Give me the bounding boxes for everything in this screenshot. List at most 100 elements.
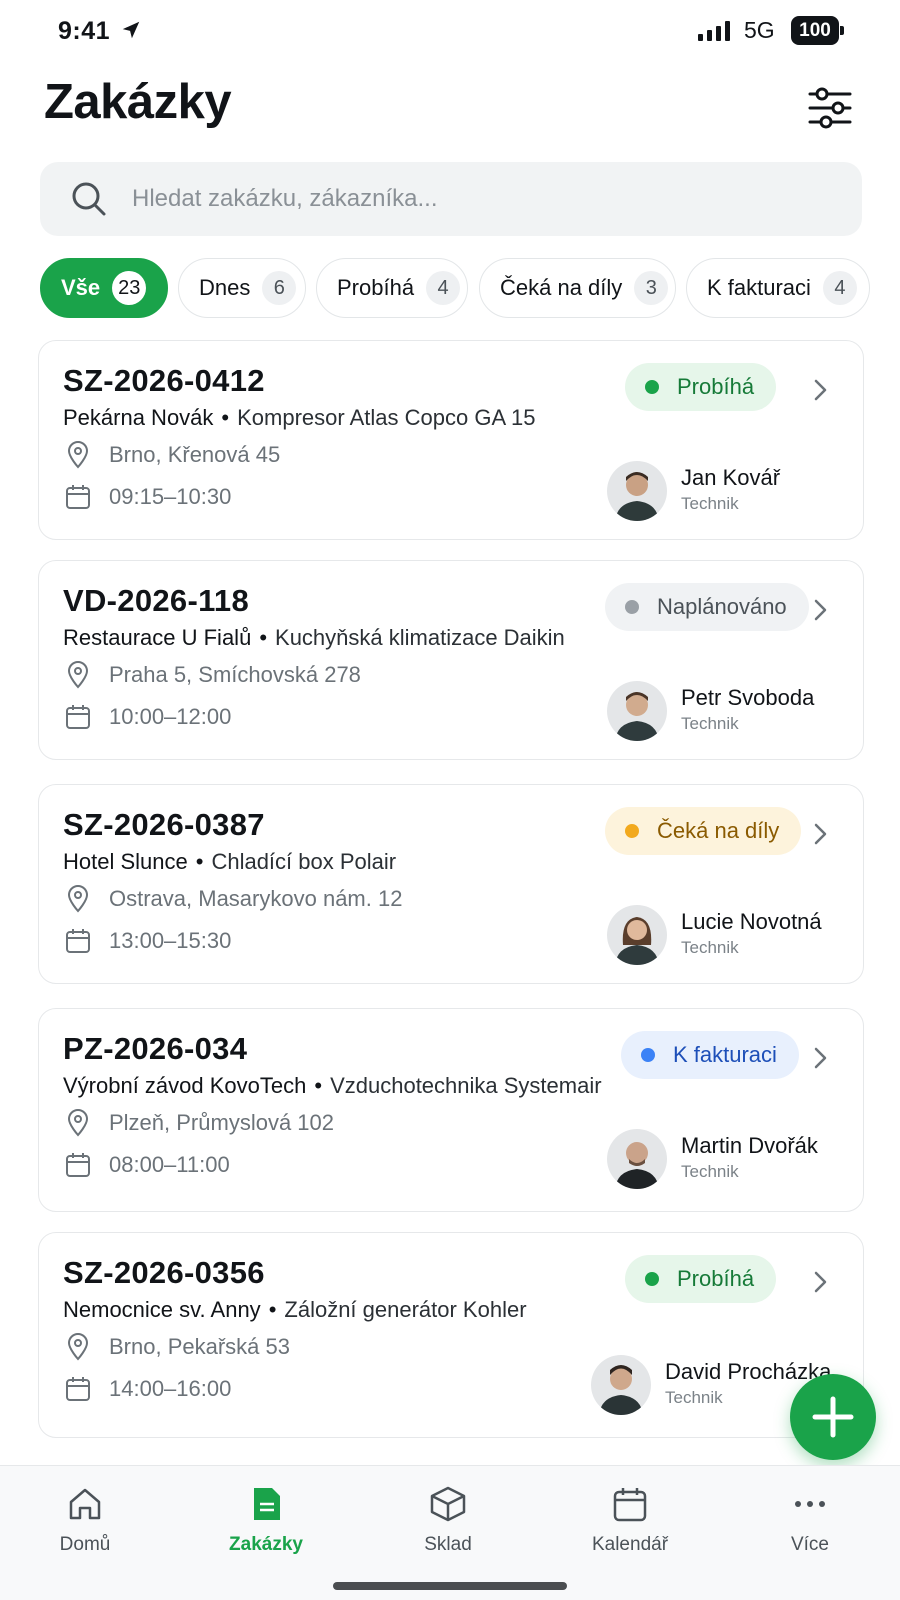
status-bar: 9:41 5G 100 — [0, 0, 900, 64]
add-order-button[interactable] — [790, 1374, 876, 1460]
order-card[interactable]: PZ-2026-034 Výrobní závod KovoTech • Vzduc… — [38, 1008, 864, 1212]
chevron-right-icon[interactable] — [809, 377, 831, 403]
address-text: Ostrava, Masarykovo nám. 12 — [109, 886, 403, 911]
device-name: Vzduchotechnika Systemair — [330, 1073, 602, 1098]
order-time: 13:00–15:30 — [63, 925, 231, 957]
order-subtitle: Nemocnice sv. Anny • Záložní generátor Koh… — [63, 1297, 527, 1322]
order-subtitle: Restaurace U Fialů • Kuchyňská klimatizace… — [63, 625, 565, 650]
filter-chip-k-fakturaci[interactable]: K fakturaci 4 — [686, 258, 870, 318]
device-name: Záložní generátor Kohler — [284, 1297, 527, 1322]
search-bar — [40, 162, 862, 236]
status-label: K fakturaci — [673, 1042, 777, 1067]
address-text: Brno, Křenová 45 — [109, 442, 281, 467]
chip-label: Dnes — [199, 275, 251, 300]
avatar — [607, 1129, 667, 1189]
filter-chip-dnes[interactable]: Dnes 6 — [178, 258, 306, 318]
nav-item-warehouse[interactable]: Sklad — [378, 1480, 518, 1570]
customer-name: Nemocnice sv. Anny — [63, 1297, 261, 1322]
status-label: Probíhá — [677, 374, 755, 399]
nav-item-orders[interactable]: Zakázky — [196, 1480, 336, 1570]
chevron-right-icon[interactable] — [809, 821, 831, 847]
avatar — [607, 681, 667, 741]
customer-name: Restaurace U Fialů — [63, 625, 252, 650]
order-address: Brno, Křenová 45 — [63, 439, 280, 471]
location-pin-icon — [67, 1109, 89, 1137]
status-badge: K fakturaci — [621, 1031, 799, 1079]
order-address: Plzeň, Průmyslová 102 — [63, 1107, 334, 1139]
chevron-right-icon[interactable] — [809, 1045, 831, 1071]
filter-chip-ceka-na-dily[interactable]: Čeká na díly 3 — [479, 258, 676, 318]
address-text: Praha 5, Smíchovská 278 — [109, 662, 361, 687]
filter-chip-vse[interactable]: Vše 23 — [40, 258, 168, 318]
battery-icon: 100 — [791, 16, 845, 45]
address-text: Brno, Pekařská 53 — [109, 1334, 290, 1359]
technician-role: Technik — [665, 1388, 723, 1407]
technician-name: Petr Svoboda — [681, 685, 815, 710]
status-label: Naplánováno — [657, 594, 787, 619]
box-icon — [430, 1486, 466, 1522]
location-arrow-icon — [122, 21, 140, 39]
order-id: SZ-2026-0412 — [63, 363, 265, 398]
battery-level: 100 — [791, 16, 839, 45]
sliders-icon[interactable] — [806, 84, 854, 132]
search-input[interactable] — [132, 162, 832, 236]
location-pin-icon — [67, 441, 89, 469]
chip-count: 6 — [262, 271, 297, 305]
avatar — [607, 905, 667, 965]
time-text: 09:15–10:30 — [109, 484, 232, 509]
time-text: 13:00–15:30 — [109, 928, 232, 953]
more-icon — [795, 1501, 825, 1507]
time-text: 08:00–11:00 — [109, 1152, 230, 1177]
chip-label: Vše — [61, 275, 101, 300]
plus-icon — [812, 1396, 854, 1438]
location-pin-icon — [67, 1333, 89, 1361]
order-card[interactable]: SZ-2026-0356 Nemocnice sv. Anny • Záložní … — [38, 1232, 864, 1438]
customer-name: Výrobní závod KovoTech — [63, 1073, 307, 1098]
status-label: Čeká na díly — [657, 818, 780, 843]
calendar-icon — [66, 1377, 90, 1401]
location-pin-icon — [67, 885, 89, 913]
avatar — [591, 1355, 651, 1415]
chip-count: 23 — [112, 271, 147, 305]
chip-count: 3 — [634, 271, 669, 305]
technician-name: Jan Kovář — [681, 465, 781, 490]
order-address: Brno, Pekařská 53 — [63, 1331, 290, 1363]
nav-item-calendar[interactable]: Kalendář — [560, 1480, 700, 1570]
network-type: 5G — [744, 17, 775, 43]
address-text: Plzeň, Průmyslová 102 — [109, 1110, 334, 1135]
bottom-nav: Domů Zakázky Sklad Kalendář Více — [0, 1465, 900, 1600]
nav-label: Zakázky — [229, 1534, 303, 1555]
time-text: 10:00–12:00 — [109, 704, 232, 729]
order-time: 09:15–10:30 — [63, 481, 231, 513]
chevron-right-icon[interactable] — [809, 1269, 831, 1295]
order-id: SZ-2026-0387 — [63, 807, 265, 842]
chevron-right-icon[interactable] — [809, 597, 831, 623]
technician-name: Lucie Novotná — [681, 909, 822, 934]
calendar-icon — [613, 1488, 647, 1522]
order-card[interactable]: SZ-2026-0387 Hotel Slunce • Chladící box P… — [38, 784, 864, 984]
avatar — [607, 461, 667, 521]
document-icon — [254, 1488, 280, 1520]
calendar-icon — [66, 705, 90, 729]
nav-item-home[interactable]: Domů — [15, 1480, 155, 1570]
search-icon — [72, 182, 106, 216]
order-card[interactable]: VD-2026-118 Restaurace U Fialů • Kuchyňská… — [38, 560, 864, 760]
order-time: 14:00–16:00 — [63, 1373, 231, 1405]
order-id: SZ-2026-0356 — [63, 1255, 265, 1290]
order-card[interactable]: SZ-2026-0412 Pekárna Novák • Kompresor Atl… — [38, 340, 864, 540]
filter-chips: Vše 23 Dnes 6 Probíhá 4 Čeká na díly 3 K fak… — [40, 258, 900, 320]
order-time: 08:00–11:00 — [63, 1149, 230, 1181]
order-subtitle: Výrobní závod KovoTech • Vzduchotechnika S… — [63, 1073, 602, 1098]
calendar-icon — [66, 485, 90, 509]
nav-label: Kalendář — [591, 1534, 669, 1555]
device-name: Chladící box Polair — [211, 849, 397, 874]
chip-count: 4 — [822, 271, 857, 305]
filter-chip-probiha[interactable]: Probíhá 4 — [316, 258, 468, 318]
device-name: Kuchyňská klimatizace Daikin — [275, 625, 565, 650]
technician-role: Technik — [681, 714, 739, 733]
status-badge: Probíhá — [625, 1255, 777, 1303]
customer-name: Hotel Slunce — [63, 849, 188, 874]
calendar-icon — [66, 929, 90, 953]
technician-role: Technik — [681, 938, 739, 957]
nav-item-more[interactable]: Více — [740, 1480, 880, 1570]
